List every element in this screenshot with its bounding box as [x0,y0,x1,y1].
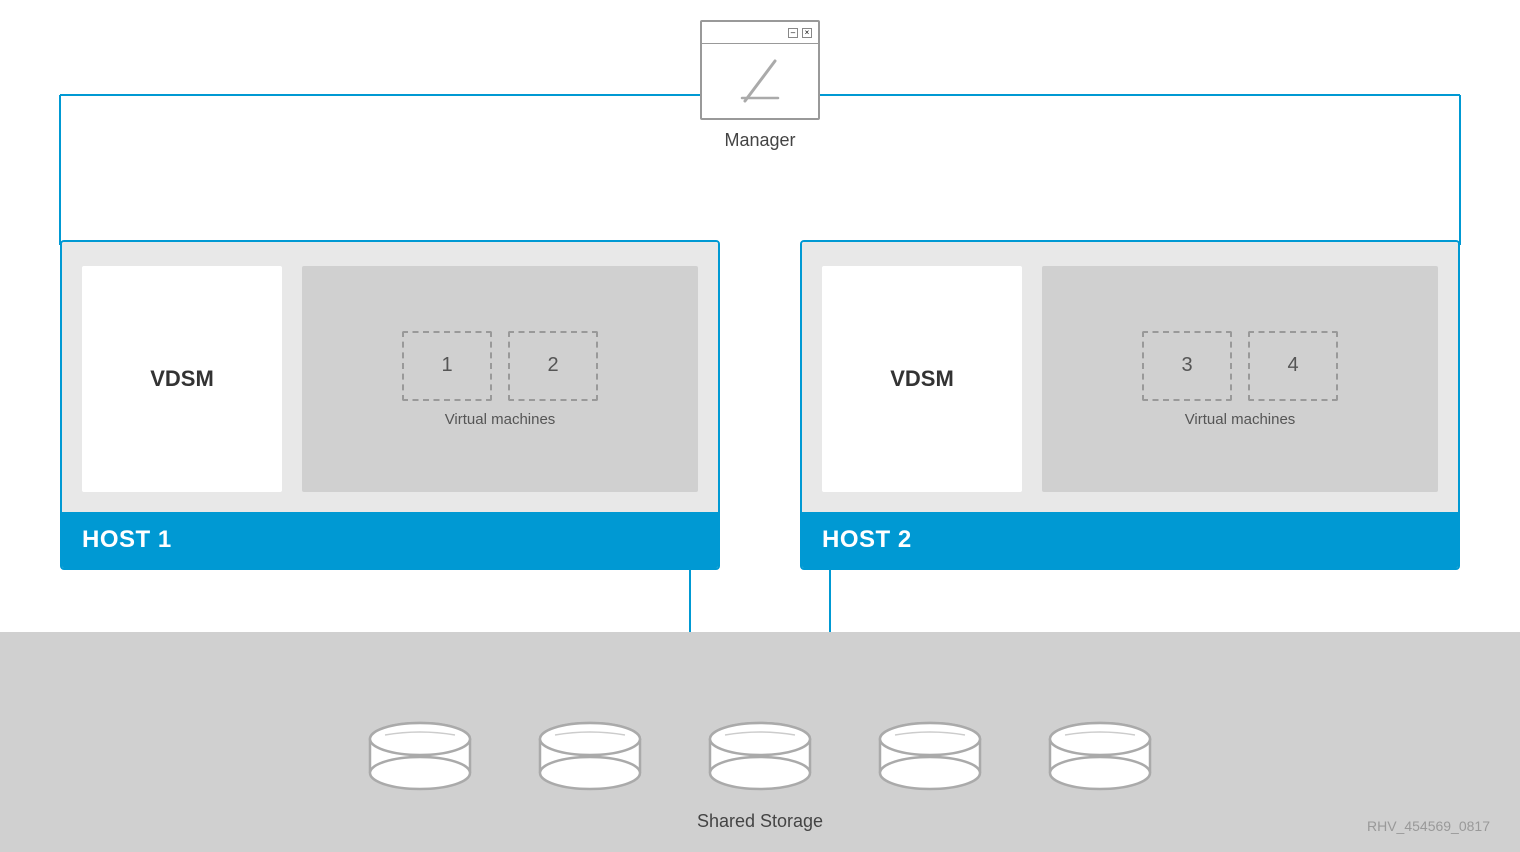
disk-5 [1045,721,1155,791]
manager-area: – × Manager [60,20,1460,220]
close-icon: × [802,28,812,38]
storage-disks-row [365,721,1155,791]
manager-slash-icon [730,56,790,106]
disk-4-icon [875,721,985,791]
manager-window-icon: – × [700,20,820,120]
host1-inner: VDSM 1 2 Virtual machines [62,242,718,512]
storage-area: Shared Storage [0,632,1520,852]
manager-icon-wrapper: – × Manager [700,20,820,151]
host1-vms-row: 1 2 [402,331,598,401]
host1-vms-group: 1 2 Virtual machines [302,266,698,492]
manager-label: Manager [724,130,795,151]
host1-vms-label: Virtual machines [445,411,556,428]
host2-footer: HOST 2 [802,512,1458,568]
host2-vdsm: VDSM [822,266,1022,492]
minimize-icon: – [788,28,798,38]
host2-inner: VDSM 3 4 Virtual machines [802,242,1458,512]
host2-box: VDSM 3 4 Virtual machines HOST 2 [800,240,1460,570]
hosts-area: VDSM 1 2 Virtual machines HOST 1 VDSM 3 [60,240,1460,570]
host1-box: VDSM 1 2 Virtual machines HOST 1 [60,240,720,570]
host2-vms-row: 3 4 [1142,331,1338,401]
host1-footer: HOST 1 [62,512,718,568]
host2-vms-label: Virtual machines [1185,411,1296,428]
disk-2 [535,721,645,791]
host1-vm1: 1 [402,331,492,401]
host2-vm2: 4 [1248,331,1338,401]
host2-vms-group: 3 4 Virtual machines [1042,266,1438,492]
disk-1 [365,721,475,791]
host1-vdsm: VDSM [82,266,282,492]
disk-3-center [705,721,815,791]
storage-label: Shared Storage [697,811,823,832]
manager-window-body [702,44,818,118]
disk-3-icon [705,721,815,791]
disk-1-icon [365,721,475,791]
diagram-container: – × Manager VDSM 1 [0,0,1520,852]
host1-vm2: 2 [508,331,598,401]
disk-5-icon [1045,721,1155,791]
host2-vm1: 3 [1142,331,1232,401]
disk-2-icon [535,721,645,791]
manager-titlebar: – × [702,22,818,44]
disk-4 [875,721,985,791]
watermark: RHV_454569_0817 [1367,818,1490,834]
